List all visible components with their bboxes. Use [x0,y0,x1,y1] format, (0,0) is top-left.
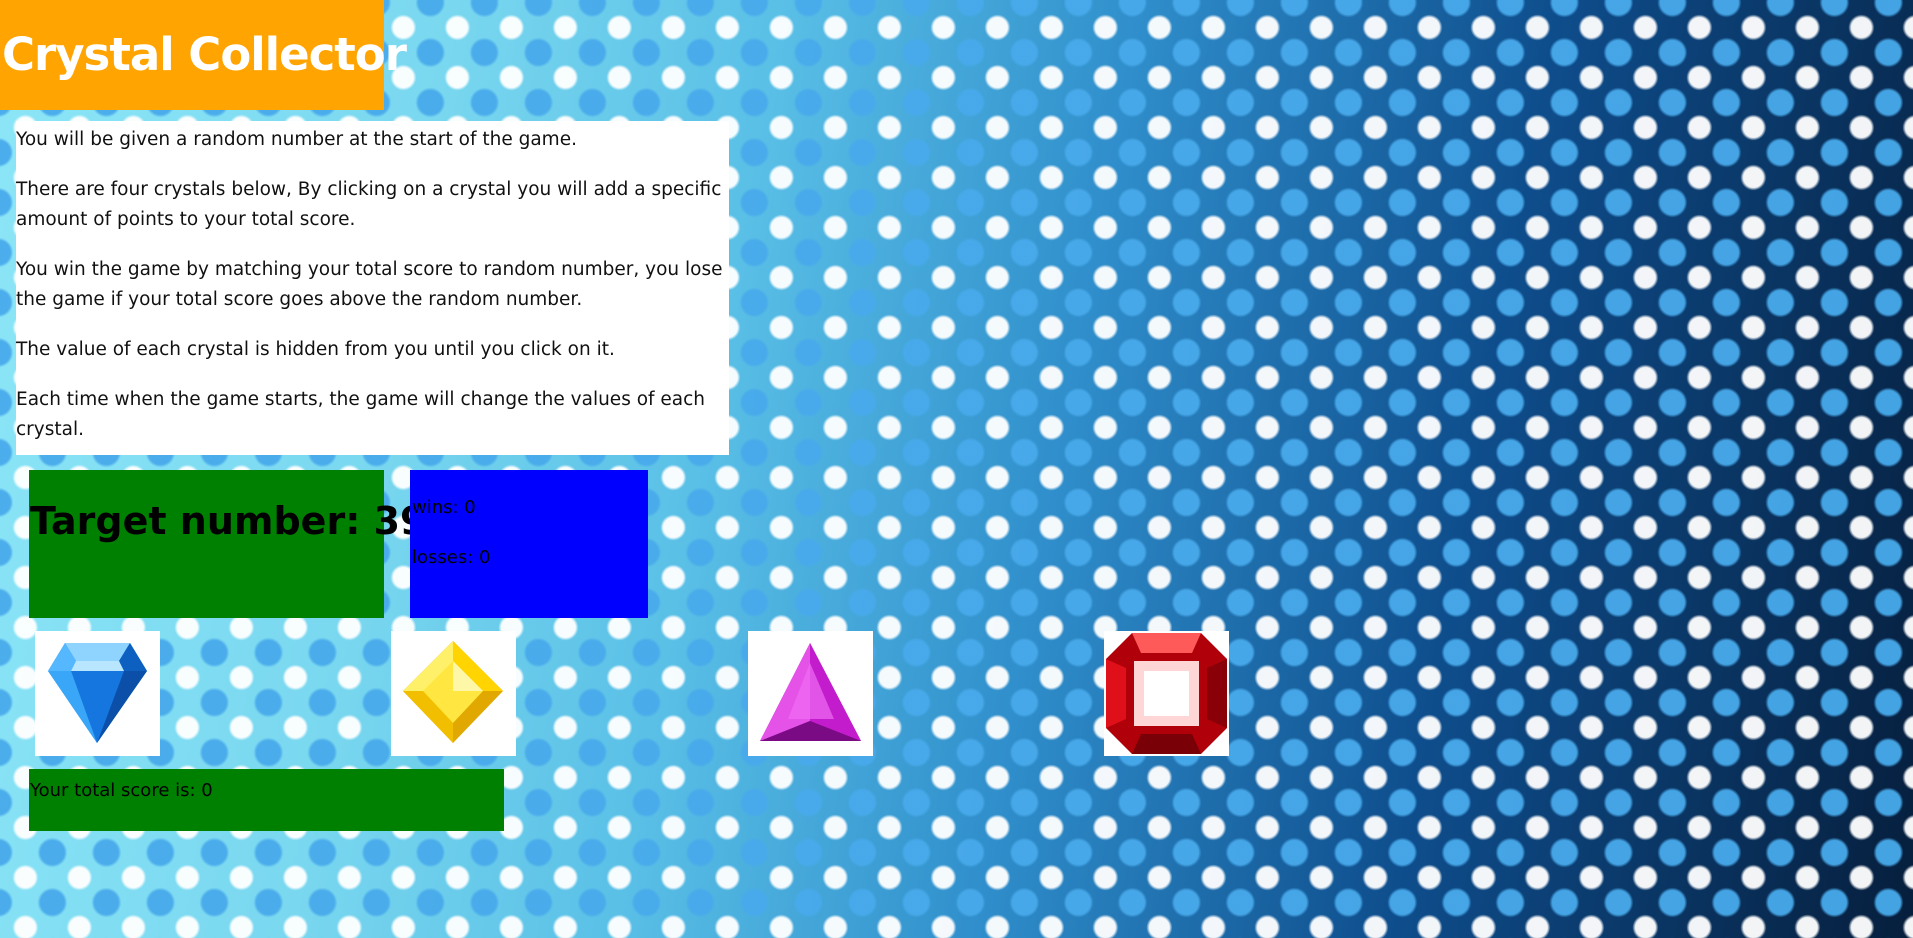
blue-crystal-icon [48,643,147,743]
purple-crystal-icon [760,643,861,741]
yellow-crystal-icon [403,641,503,743]
crystal-button-blue[interactable] [35,631,160,756]
red-crystal-icon [1104,631,1229,756]
instructions-panel: You will be given a random number at the… [16,121,729,455]
instruction-paragraph: You win the game by matching your total … [16,259,723,310]
total-score: Your total score is: 0 [29,769,504,831]
crystal-button-yellow[interactable] [391,631,516,756]
instruction-paragraph: You will be given a random number at the… [16,129,577,150]
instruction-paragraph: The value of each crystal is hidden from… [16,339,615,360]
wins-counter: wins: 0 [412,497,476,518]
crystal-button-red[interactable] [1104,631,1229,756]
losses-counter: losses: 0 [412,547,491,568]
instruction-paragraph: Each time when the game starts, the game… [16,389,706,440]
target-number: Target number: 39 [29,470,427,618]
crystal-button-purple[interactable] [748,631,873,756]
game-title: Crystal Collector [0,0,407,110]
instruction-paragraph: There are four crystals below, By clicki… [16,179,722,230]
win-loss-panel: wins: 0 losses: 0 [410,470,648,618]
